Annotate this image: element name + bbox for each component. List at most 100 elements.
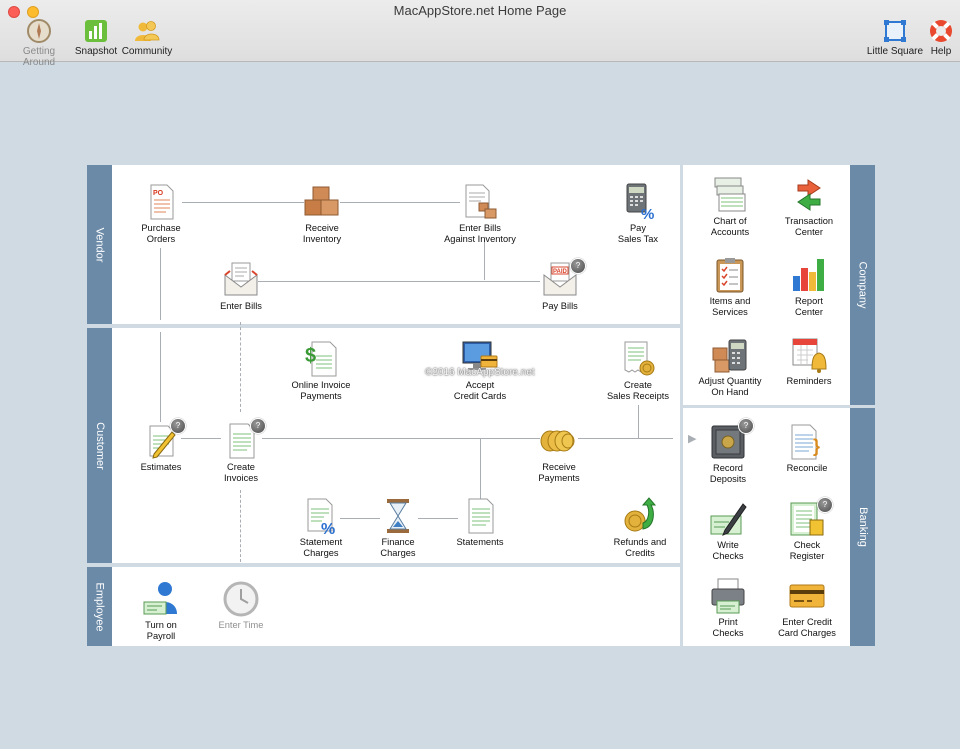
hourglass-icon	[387, 499, 409, 533]
record-deposits-help-badge[interactable]: ?	[738, 418, 754, 434]
svg-text:$: $	[305, 345, 316, 367]
little-square-button[interactable]: Little Square	[866, 18, 924, 57]
flow-line	[258, 281, 540, 282]
enter-time-button[interactable]: Enter Time	[193, 580, 289, 631]
help-button[interactable]: Help	[926, 18, 956, 57]
coins-refund-arrow-icon	[624, 497, 657, 532]
check-pen-icon	[710, 503, 747, 536]
purchase-order-icon: PO	[150, 184, 174, 220]
check-register-label: Check Register	[789, 540, 825, 561]
receive-inventory-label: Receive Inventory	[302, 223, 342, 244]
person-check-icon	[143, 582, 177, 615]
create-sales-receipts-label: Create Sales Receipts	[606, 380, 669, 401]
swap-arrows-icon	[797, 179, 821, 211]
calculator-percent-icon: %	[626, 183, 654, 221]
envelope-bill-icon	[224, 262, 258, 296]
reconcile-button[interactable]: } Reconcile	[759, 423, 855, 474]
flow-line	[480, 438, 481, 500]
calendar-bell-icon	[792, 338, 827, 373]
create-invoices-label: Create Invoices	[223, 462, 259, 483]
people-icon	[135, 21, 160, 41]
accept-credit-cards-label: Accept Credit Cards	[453, 380, 507, 401]
flow-dashed-line	[240, 322, 241, 412]
lifebuoy-icon	[930, 20, 952, 42]
refunds-and-credits-button[interactable]: Refunds and Credits	[592, 497, 688, 558]
svg-text:PAID: PAID	[553, 269, 568, 275]
report-center-label: Report Center	[795, 296, 823, 317]
svg-text:%: %	[321, 521, 335, 535]
reconcile-label: Reconcile	[786, 463, 828, 473]
estimates-help-badge[interactable]: ?	[170, 418, 186, 434]
reminders-button[interactable]: Reminders	[761, 336, 857, 387]
enter-bills-against-inventory-button[interactable]: Enter Bills Against Inventory	[432, 183, 528, 244]
pay-bills-help-badge[interactable]: ?	[570, 258, 586, 274]
pay-bills-button[interactable]: PAID Pay Bills	[512, 261, 608, 312]
purchase-orders-button[interactable]: PO Purchase Orders	[113, 183, 209, 244]
enter-credit-card-charges-label: Enter Credit Card Charges	[778, 617, 836, 638]
bill-with-boxes-icon	[465, 184, 497, 219]
snapshot-label: Snapshot	[74, 46, 118, 57]
receive-payments-label: Receive Payments	[538, 462, 580, 483]
pay-sales-tax-button[interactable]: % Pay Sales Tax	[590, 183, 686, 244]
coins-icon	[540, 430, 575, 452]
boxes-calculator-icon	[712, 339, 747, 373]
svg-text:}: }	[813, 436, 820, 456]
bar-chart-icon	[85, 20, 107, 42]
square-selection-icon	[884, 20, 906, 42]
little-square-label: Little Square	[866, 46, 924, 57]
receive-inventory-button[interactable]: Receive Inventory	[274, 183, 370, 244]
compass-icon	[27, 19, 51, 43]
printer-icon	[711, 578, 745, 614]
receive-payments-button[interactable]: Receive Payments	[511, 422, 607, 483]
statement-icon	[468, 498, 494, 534]
online-invoice-payments-label: Online Invoice Payments	[291, 380, 351, 401]
enter-time-label: Enter Time	[218, 620, 264, 630]
report-bar-chart-icon	[793, 259, 824, 291]
statement-brace-icon: }	[791, 424, 820, 460]
window-toolbar: MacAppStore.net Home Page Getting Around…	[0, 0, 960, 68]
receipt-coins-icon	[624, 341, 655, 376]
check-register-button[interactable]: Check Register	[759, 500, 855, 561]
enter-credit-card-charges-button[interactable]: Enter Credit Card Charges	[759, 577, 855, 638]
flow-dashed-line	[240, 490, 241, 562]
clock-icon	[223, 581, 259, 617]
create-invoices-help-badge[interactable]: ?	[250, 418, 266, 434]
create-sales-receipts-button[interactable]: Create Sales Receipts	[590, 340, 686, 401]
snapshot-button[interactable]: Snapshot	[74, 18, 118, 57]
online-invoice-payments-button[interactable]: $ Online Invoice Payments	[273, 340, 369, 401]
transaction-center-label: Transaction Center	[784, 216, 834, 237]
help-label: Help	[930, 46, 952, 57]
reminders-label: Reminders	[786, 376, 832, 386]
report-center-button[interactable]: Report Center	[761, 256, 857, 317]
boxes-icon	[304, 186, 339, 216]
watermark-text: ©2016 MacAppStore.net	[425, 367, 535, 378]
community-label: Community	[121, 46, 173, 57]
flow-line	[484, 240, 485, 280]
vendor-section-label: Vendor	[87, 165, 112, 324]
section-divider	[87, 324, 680, 328]
pay-sales-tax-label: Pay Sales Tax	[617, 223, 659, 244]
getting-around-label: Getting Around	[22, 46, 56, 68]
enter-bills-button[interactable]: Enter Bills	[193, 261, 289, 312]
flow-line	[638, 405, 639, 438]
customer-section-label: Customer	[87, 328, 112, 563]
enter-bills-against-inventory-label: Enter Bills Against Inventory	[444, 223, 516, 244]
svg-text:PO: PO	[153, 190, 164, 197]
statement-percent-icon: %	[307, 498, 335, 535]
flow-line	[262, 438, 540, 439]
flow-line	[160, 332, 161, 422]
check-register-help-badge[interactable]: ?	[817, 497, 833, 513]
employee-section-label: Employee	[87, 567, 112, 646]
getting-around-button[interactable]: Getting Around	[6, 18, 72, 68]
section-divider	[87, 563, 680, 567]
flow-line	[160, 248, 161, 320]
window-title: MacAppStore.net Home Page	[393, 3, 567, 18]
statements-label: Statements	[456, 537, 504, 547]
refunds-and-credits-label: Refunds and Credits	[613, 537, 667, 558]
create-invoices-button[interactable]: Create Invoices	[193, 422, 289, 483]
community-button[interactable]: Community	[120, 18, 174, 57]
purchase-orders-label: Purchase Orders	[141, 223, 181, 244]
transaction-center-button[interactable]: Transaction Center	[761, 176, 857, 237]
credit-card-icon	[789, 584, 825, 608]
statements-button[interactable]: Statements	[432, 497, 528, 548]
